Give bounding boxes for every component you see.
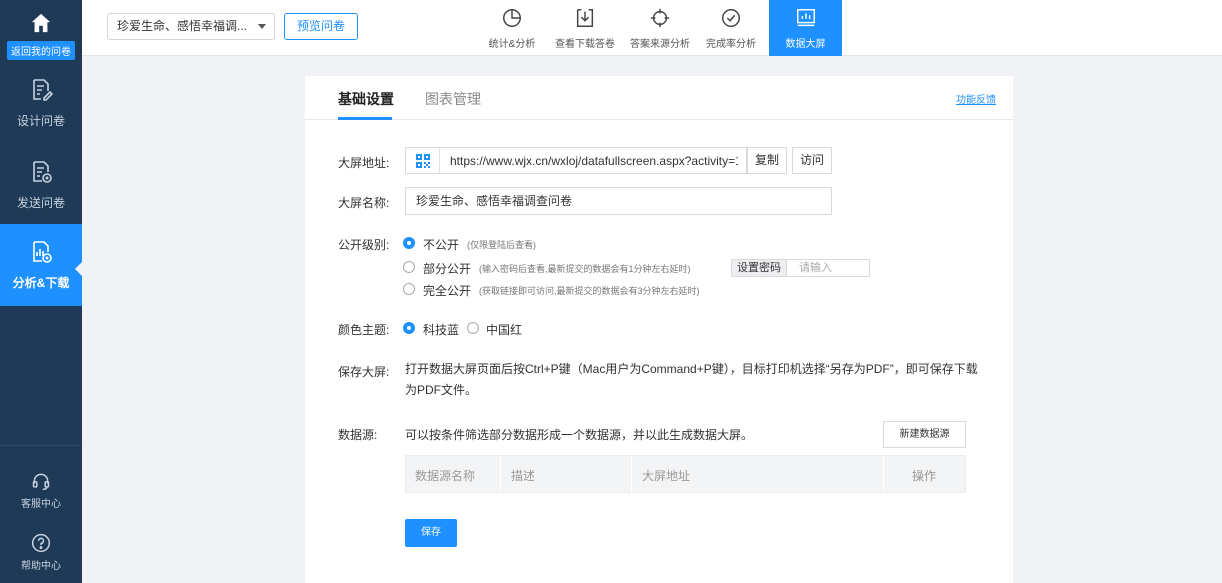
save-screen-instructions: 打开数据大屏页面后按Ctrl+P键（Mac用户为Command+P键），目标打印… [405, 362, 978, 397]
url-value: https://www.wjx.cn/wxloj/datafullscreen.… [450, 153, 738, 168]
settings-card: 基础设置 图表管理 功能反馈 大屏地址: https://www.wjx.cn/… [305, 76, 1013, 583]
check-circle-icon [722, 9, 740, 27]
help-icon [31, 533, 51, 552]
datasource-label: 数据源: [338, 428, 378, 442]
tab-basic-settings[interactable]: 基础设置 [338, 89, 394, 109]
option-partial-label: 部分公开 [423, 262, 472, 276]
card-tabs: 基础设置 图表管理 功能反馈 [305, 76, 1013, 120]
visit-button[interactable]: 访问 [792, 147, 832, 174]
tab-completion-rate[interactable]: 完成率分析 [702, 0, 760, 56]
tab-label: 查看下载答卷 [555, 39, 615, 50]
radio-theme-red[interactable] [467, 322, 479, 334]
name-label: 大屏名称: [338, 196, 390, 210]
column-header: 描述 [511, 469, 536, 483]
customer-service-label: 客服中心 [21, 498, 61, 510]
new-datasource-button[interactable]: 新建数据源 [883, 421, 966, 448]
public-level-label: 公开级别: [338, 238, 390, 252]
url-field[interactable]: https://www.wjx.cn/wxloj/datafullscreen.… [405, 147, 747, 174]
preview-survey-button[interactable]: 预览问卷 [284, 13, 358, 40]
password-input[interactable]: 请输入 [787, 259, 870, 277]
radio-public[interactable] [403, 283, 415, 295]
top-bar: 珍爱生命、感悟幸福调... 预览问卷 统计&分析 查看下载答卷 答案来源分析 完… [82, 0, 1222, 56]
column-divider [631, 456, 632, 493]
help-center-label: 帮助中心 [21, 560, 61, 572]
chart-document-icon [33, 240, 52, 263]
tab-label: 数据大屏 [785, 39, 826, 50]
tab-label: 答案来源分析 [630, 39, 690, 50]
customer-service[interactable]: 客服中心 [0, 460, 82, 520]
radio-partial[interactable] [403, 261, 415, 273]
send-document-icon [33, 160, 52, 183]
option-public-label: 完全公开 [423, 284, 472, 298]
sidebar-item-label: 发送问卷 [16, 195, 65, 210]
crosshair-icon [650, 8, 670, 28]
sidebar-item-label: 设计问卷 [16, 113, 65, 128]
option-public-hint: (获取链接即可访问,最新提交的数据会有3分钟左右延时) [479, 286, 700, 296]
theme-label: 颜色主题: [338, 323, 390, 337]
column-header: 操作 [912, 469, 937, 483]
survey-select[interactable]: 珍爱生命、感悟幸福调... [107, 13, 275, 40]
qr-code-icon[interactable] [406, 148, 440, 173]
tab-chart-management[interactable]: 图表管理 [425, 89, 481, 109]
feedback-link[interactable]: 功能反馈 [956, 91, 996, 106]
sidebar-item-send[interactable]: 发送问卷 [0, 144, 82, 226]
active-tab-underline [338, 117, 392, 120]
save-button[interactable]: 保存 [405, 519, 457, 547]
option-private-hint: (仅限登陆后查看) [467, 240, 536, 250]
option-private-label: 不公开 [423, 238, 460, 252]
set-password-button[interactable]: 设置密码 [731, 259, 787, 277]
survey-select-value: 珍爱生命、感悟幸福调... [117, 19, 248, 33]
back-label: 返回我的问卷 [7, 41, 75, 60]
column-header: 数据源名称 [415, 469, 476, 483]
radio-private[interactable] [403, 237, 415, 249]
tab-data-dashboard[interactable]: 数据大屏 [769, 0, 842, 56]
sidebar-item-label: 分析&下载 [12, 275, 70, 290]
sidebar-item-analysis[interactable]: 分析&下载 [0, 224, 82, 306]
sidebar-divider [0, 445, 82, 446]
column-divider [883, 456, 884, 493]
tab-statistics[interactable]: 统计&分析 [480, 0, 544, 56]
tab-label: 统计&分析 [488, 39, 536, 50]
screen-name-input[interactable]: 珍爱生命、感悟幸福调查问卷 [405, 187, 832, 215]
theme-blue-label: 科技蓝 [423, 323, 460, 337]
tab-source-analysis[interactable]: 答案来源分析 [626, 0, 694, 56]
theme-red-label: 中国红 [486, 323, 523, 337]
radio-theme-blue[interactable] [403, 322, 415, 334]
copy-button[interactable]: 复制 [747, 147, 787, 174]
dashboard-icon [796, 9, 815, 27]
column-divider [500, 456, 501, 493]
datasource-description: 可以按条件筛选部分数据形成一个数据源，并以此生成数据大屏。 [405, 428, 754, 442]
download-icon [576, 9, 594, 27]
help-center[interactable]: 帮助中心 [0, 522, 82, 582]
save-screen-label: 保存大屏: [338, 365, 390, 379]
sidebar: 返回我的问卷 设计问卷 发送问卷 分析&下载 客服中心 帮助中心 [0, 0, 82, 583]
tab-view-download[interactable]: 查看下载答卷 [551, 0, 619, 56]
url-label: 大屏地址: [338, 156, 390, 170]
sidebar-item-design[interactable]: 设计问卷 [0, 62, 82, 144]
datasource-table-header: 数据源名称 描述 大屏地址 操作 [405, 455, 966, 493]
option-partial-hint: (输入密码后查看,最新提交的数据会有1分钟左右延时) [479, 264, 691, 274]
headset-icon [32, 473, 50, 490]
pie-chart-icon [503, 9, 521, 27]
home-icon [31, 13, 51, 33]
column-header: 大屏地址 [642, 469, 691, 483]
tab-label: 完成率分析 [706, 39, 756, 50]
back-to-my-surveys[interactable]: 返回我的问卷 [0, 0, 82, 62]
edit-document-icon [33, 78, 53, 101]
chevron-down-icon [258, 24, 266, 29]
